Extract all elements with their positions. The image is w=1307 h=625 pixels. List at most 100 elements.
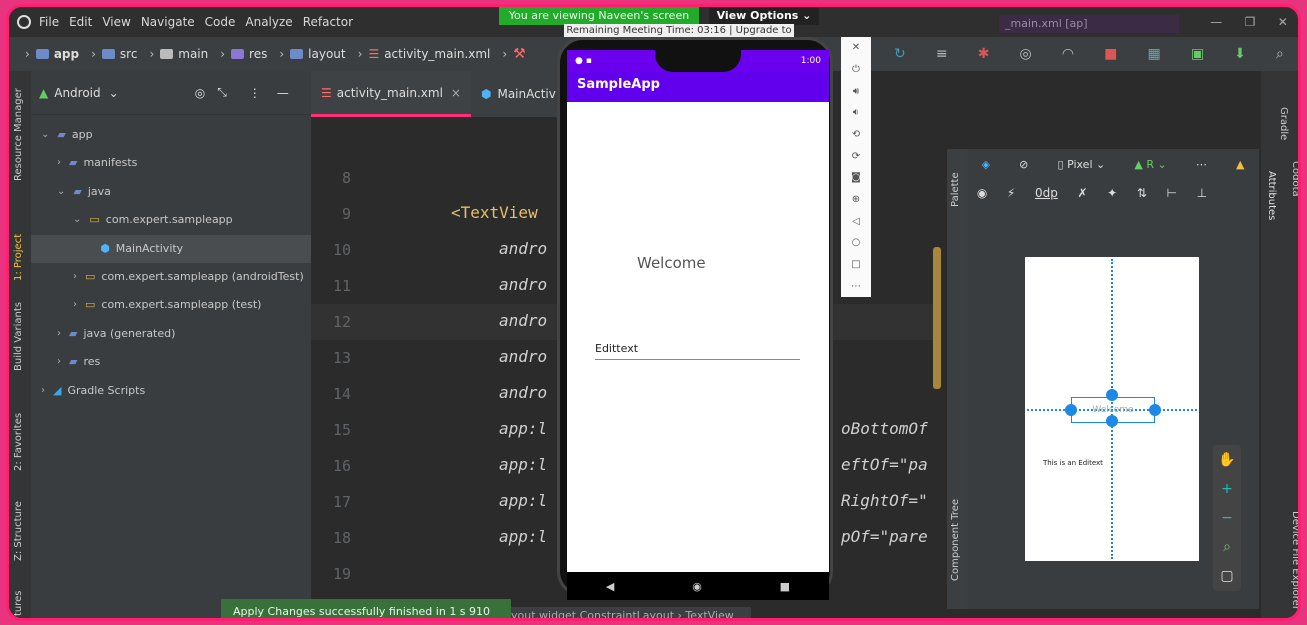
more-options-icon[interactable]: ⋮	[249, 86, 261, 100]
target-icon[interactable]: ◎	[195, 86, 205, 100]
edittext-field[interactable]: Edittext	[595, 338, 800, 360]
breadcrumb-res[interactable]: res	[231, 47, 267, 61]
zoom-out-icon[interactable]: −	[1221, 510, 1233, 526]
close-tab-icon[interactable]: ×	[451, 86, 461, 100]
chevron-down-icon[interactable]: ⌄	[41, 121, 49, 149]
chevron-right-icon[interactable]: ›	[57, 149, 61, 177]
build-variants-tab[interactable]: Build Variants	[13, 302, 24, 371]
chevron-right-icon[interactable]	[89, 235, 92, 263]
chevron-right-icon[interactable]: ›	[41, 377, 45, 405]
breadcrumb-layout[interactable]: layout	[290, 47, 346, 61]
preview-edittext[interactable]: This is an Editext	[1043, 459, 1103, 467]
pan-icon[interactable]: ✋	[1218, 452, 1235, 468]
hammer-icon[interactable]: ⚒	[513, 46, 526, 62]
structure-tab[interactable]: Z: Structure	[13, 501, 24, 561]
tree-item[interactable]: › ▭ com.expert.sampleapp (test)	[31, 291, 261, 319]
volume-down-icon[interactable]: 🔉︎	[853, 107, 859, 118]
menu-code[interactable]: Code	[205, 15, 236, 29]
layout-preview[interactable]: Welcome This is an Editext	[1025, 257, 1199, 561]
terminal-icon[interactable]: ▣	[1191, 46, 1204, 62]
back-icon[interactable]: ◁	[852, 216, 860, 227]
apply-changes-icon[interactable]: ↻	[894, 46, 906, 62]
code-line-fragment[interactable]: eftOf="pa	[841, 455, 928, 474]
tree-item[interactable]: › ▰ java (generated)	[31, 320, 175, 348]
maximize-icon[interactable]: ❐	[1245, 15, 1256, 29]
default-margin-field[interactable]: 0dp	[1035, 186, 1058, 200]
chevron-right-icon[interactable]: ›	[73, 291, 77, 319]
constraint-handle-top[interactable]	[1106, 389, 1118, 401]
tree-item[interactable]: ⌄ ▰ app	[31, 121, 93, 149]
search-icon[interactable]: ⌕	[1276, 46, 1284, 62]
project-view-selector[interactable]: Android	[54, 86, 100, 100]
design-mode-icon[interactable]: ◈	[982, 158, 990, 171]
code-line[interactable]: andro	[499, 239, 547, 258]
clear-constraints-icon[interactable]: ✗	[1077, 186, 1087, 200]
code-line[interactable]: app:l	[499, 527, 547, 546]
tree-item[interactable]: › ▰ res	[31, 348, 100, 376]
component-tree-tab[interactable]: Component Tree	[950, 499, 961, 581]
menu-refactor[interactable]: Refactor	[303, 15, 353, 29]
tree-item[interactable]: › ▰ manifests	[31, 149, 137, 177]
chevron-down-icon[interactable]: ⌄	[109, 86, 119, 100]
apply-code-changes-icon[interactable]: ≡	[936, 46, 948, 62]
zoom-fit-icon[interactable]: ⌕	[1223, 539, 1231, 555]
code-line-fragment[interactable]: RightOf="	[841, 491, 928, 510]
autoconnect-icon[interactable]: ⚡	[1007, 186, 1015, 200]
back-icon[interactable]: ◀	[606, 580, 614, 593]
camera-icon[interactable]: ◙	[851, 172, 861, 183]
code-line[interactable]: andro	[499, 347, 547, 366]
component-breadcrumb[interactable]: yout.widget.ConstraintLayout › TextView	[511, 607, 751, 618]
profile-icon[interactable]: ◎	[1020, 46, 1032, 62]
code-line[interactable]: app:l	[499, 455, 547, 474]
sdk-manager-icon[interactable]: ⬇	[1234, 46, 1246, 62]
tree-item[interactable]: › ◢ Gradle Scripts	[31, 377, 145, 405]
close-icon[interactable]: ✕	[1278, 15, 1288, 29]
pack-icon[interactable]: ⇅	[1137, 186, 1147, 200]
infer-constraints-icon[interactable]: ✦	[1107, 186, 1117, 200]
chevron-down-icon[interactable]: ⌄	[73, 206, 81, 234]
code-line-fragment[interactable]: oBottomOf	[841, 419, 928, 438]
overview-icon[interactable]: □	[851, 259, 860, 270]
more-options-icon[interactable]: ⋯	[851, 281, 861, 292]
tree-item[interactable]: › ▭ com.expert.sampleapp (androidTest)	[31, 263, 304, 291]
emulator-screen[interactable]: ● ▪ 1:00 SampleApp Welcome Edittext	[567, 50, 829, 572]
chevron-right-icon[interactable]: ›	[57, 348, 61, 376]
code-line[interactable]: andro	[499, 275, 547, 294]
chevron-right-icon[interactable]: ›	[57, 320, 61, 348]
constraint-handle-right[interactable]	[1149, 404, 1161, 416]
constraint-handle-bottom[interactable]	[1106, 415, 1118, 427]
home-icon[interactable]: ◉	[692, 580, 702, 593]
zoom-icon[interactable]: ⊕	[852, 194, 860, 205]
rotate-icon[interactable]: ⟲	[852, 129, 860, 140]
favorites-tab[interactable]: 2: Favorites	[13, 413, 24, 471]
chevron-right-icon[interactable]: ›	[73, 263, 77, 291]
code-line[interactable]: app:l	[499, 419, 547, 438]
breadcrumb-app[interactable]: app	[35, 47, 79, 61]
menu-file[interactable]: File	[39, 15, 59, 29]
code-line[interactable]: andro	[499, 383, 547, 402]
editor-scrollbar[interactable]	[933, 247, 941, 389]
avd-manager-icon[interactable]: ▦	[1147, 46, 1160, 62]
code-line[interactable]: <TextView	[451, 203, 538, 222]
menu-view[interactable]: View	[102, 15, 130, 29]
device-file-explorer-tab[interactable]: Device File Explorer	[1290, 511, 1298, 610]
more-options-icon[interactable]: ⋯	[1196, 158, 1207, 171]
guidelines-icon[interactable]: ⊥	[1197, 186, 1207, 200]
code-line[interactable]: andro	[499, 311, 547, 330]
volume-up-icon[interactable]: 🔊︎	[853, 86, 859, 97]
tab-activity-main[interactable]: ☰ activity_main.xml ×	[311, 71, 471, 117]
zoom-actual-icon[interactable]: ▢	[1220, 568, 1233, 584]
orientation-icon[interactable]: ⊘	[1019, 158, 1028, 171]
align-icon[interactable]: ⊢	[1167, 186, 1177, 200]
zoom-in-icon[interactable]: +	[1221, 481, 1233, 497]
menu-navigate[interactable]: Navigate	[141, 15, 195, 29]
debug-icon[interactable]: ✱	[978, 46, 990, 62]
tree-item[interactable]: ⬢ MainActivity	[31, 234, 311, 263]
project-tab[interactable]: 1: Project	[13, 234, 24, 281]
gradle-tab[interactable]: Gradle	[1278, 107, 1289, 140]
chevron-down-icon[interactable]: ⌄	[57, 178, 65, 206]
warning-icon[interactable]: ▲	[1236, 158, 1244, 171]
menu-edit[interactable]: Edit	[69, 15, 92, 29]
menu-analyze[interactable]: Analyze	[245, 15, 292, 29]
close-icon[interactable]: ✕	[852, 42, 860, 53]
